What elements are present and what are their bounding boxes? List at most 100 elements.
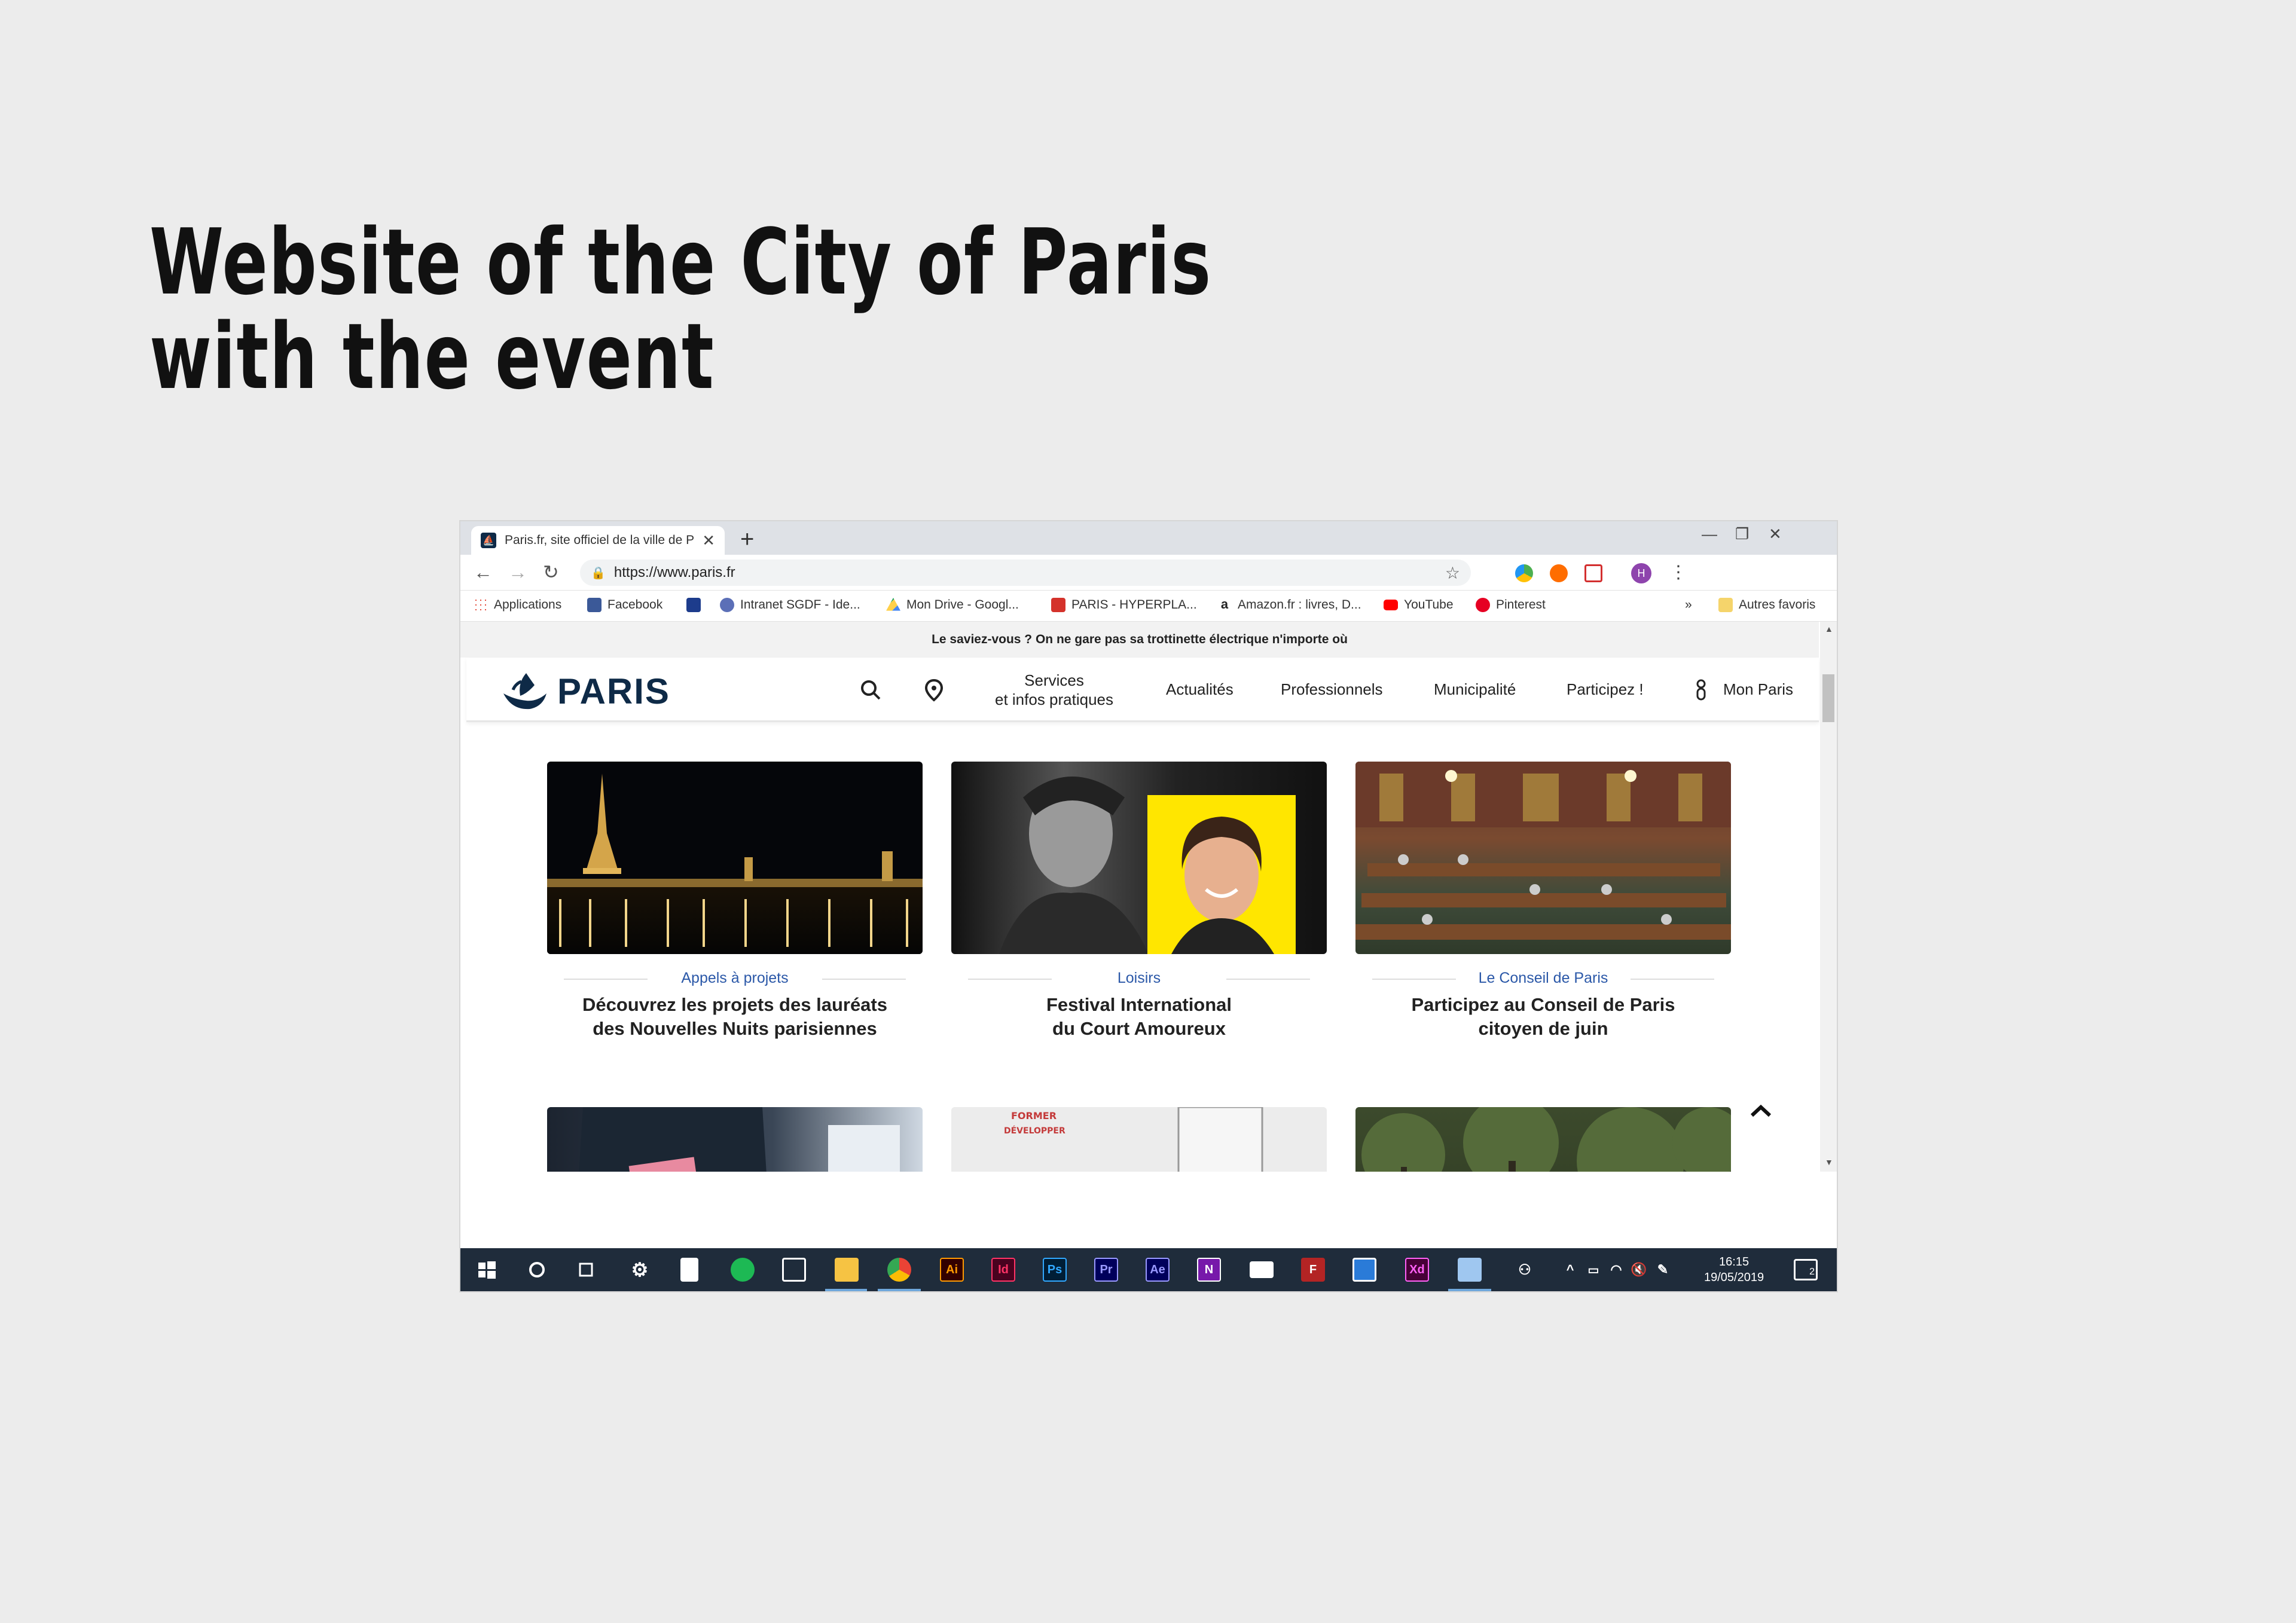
- headline-line-2: with the event: [149, 304, 715, 409]
- onenote-icon[interactable]: N: [1197, 1258, 1221, 1282]
- scroll-to-top-chevron-icon[interactable]: [1746, 1099, 1776, 1123]
- bookmark-intranet-sgdf[interactable]: Intranet SGDF - Ide...: [720, 598, 860, 612]
- card-category: Le Conseil de Paris: [1355, 970, 1731, 987]
- forward-arrow-icon[interactable]: →: [508, 562, 527, 582]
- site-header: PARIS Services et infos pratiques Actual…: [466, 658, 1819, 722]
- scroll-up-icon[interactable]: ▲: [1825, 624, 1833, 634]
- active-indicator: [1448, 1289, 1491, 1291]
- nav-professionnels[interactable]: Professionnels: [1281, 680, 1383, 699]
- bookmark-facebook[interactable]: Facebook: [587, 598, 662, 612]
- scrollbar-thumb[interactable]: [1822, 674, 1834, 722]
- browser-tab[interactable]: ⛵ Paris.fr, site officiel de la ville de…: [471, 526, 725, 555]
- bookmarks-overflow-button[interactable]: »: [1685, 598, 1692, 612]
- reload-icon[interactable]: ↻: [543, 562, 559, 582]
- bookmark-applications[interactable]: Applications: [474, 598, 561, 612]
- festival-portrait-image: [951, 762, 1327, 954]
- news-card[interactable]: Loisirs Festival International du Court …: [951, 762, 1327, 1041]
- pinterest-icon: [1476, 598, 1490, 612]
- bookmark-paris-hyperplanning[interactable]: PARIS - HYPERPLA...: [1051, 598, 1197, 612]
- task-view-icon[interactable]: [574, 1258, 598, 1282]
- news-card[interactable]: FORMER DÉVELOPPER: [951, 1107, 1327, 1172]
- bookmark-youtube[interactable]: YouTube: [1384, 598, 1454, 612]
- nav-municipalite[interactable]: Municipalité: [1434, 680, 1516, 699]
- wifi-icon[interactable]: ◠: [1607, 1258, 1625, 1282]
- paris-logo[interactable]: PARIS: [500, 670, 670, 713]
- address-bar[interactable]: 🔒 https://www.paris.fr ☆: [580, 560, 1471, 586]
- location-pin-icon[interactable]: [922, 678, 946, 702]
- bookmarks-bar: Applications Facebook Intranet SGDF - Id…: [460, 591, 1837, 622]
- extension-icon[interactable]: [1584, 564, 1602, 582]
- bookmark-google-drive[interactable]: Mon Drive - Googl...: [886, 598, 1019, 612]
- file-explorer-folder-icon[interactable]: [835, 1258, 859, 1282]
- battery-icon[interactable]: ▭: [1584, 1258, 1602, 1282]
- hyperplanning-icon: [1051, 598, 1065, 612]
- illustrator-icon[interactable]: Ai: [940, 1258, 964, 1282]
- settings-gear-icon[interactable]: ⚙: [628, 1258, 652, 1282]
- new-tab-button[interactable]: +: [740, 526, 754, 552]
- sign-text-developper: DÉVELOPPER: [1004, 1126, 1065, 1136]
- info-banner[interactable]: Le saviez-vous ? On ne gare pas sa trott…: [460, 622, 1819, 658]
- nav-participez[interactable]: Participez !: [1567, 680, 1644, 699]
- people-icon[interactable]: ⚇: [1513, 1258, 1537, 1282]
- nav-actualites[interactable]: Actualités: [1166, 680, 1234, 699]
- chevron-up-icon[interactable]: ^: [1562, 1258, 1578, 1282]
- kebab-menu-icon[interactable]: ⋮: [1669, 562, 1687, 583]
- news-card[interactable]: [547, 1107, 923, 1172]
- clock-date: 19/05/2019: [1704, 1271, 1764, 1284]
- person-with-brochure-image: [547, 1107, 923, 1172]
- nav-services[interactable]: Services et infos pratiques: [995, 671, 1113, 709]
- folder-icon: [1718, 598, 1733, 612]
- news-card[interactable]: [1355, 1107, 1731, 1172]
- restore-icon[interactable]: ❐: [1735, 525, 1749, 543]
- cortana-circle-icon[interactable]: [525, 1258, 549, 1282]
- paris-favicon-icon: ⛵: [481, 533, 496, 548]
- active-indicator: [878, 1289, 921, 1291]
- user-icon[interactable]: [1692, 678, 1710, 702]
- mail-envelope-icon[interactable]: [1250, 1261, 1274, 1278]
- news-card[interactable]: Appels à projets Découvrez les projets d…: [547, 762, 923, 1041]
- profile-avatar[interactable]: H: [1631, 563, 1651, 583]
- headline-line-1: Website of the City of Paris: [149, 209, 1212, 315]
- app-icon[interactable]: [1352, 1258, 1376, 1282]
- close-tab-icon[interactable]: ✕: [702, 531, 715, 550]
- bookmark-pinterest[interactable]: Pinterest: [1476, 598, 1546, 612]
- calculator-icon[interactable]: [680, 1258, 698, 1282]
- search-icon[interactable]: [859, 678, 883, 702]
- bookmark-star-icon[interactable]: ☆: [1445, 563, 1460, 583]
- youtube-icon: [1384, 600, 1398, 610]
- close-window-icon[interactable]: ✕: [1769, 525, 1782, 543]
- chrome-icon[interactable]: [887, 1258, 911, 1282]
- after-effects-icon[interactable]: Ae: [1146, 1258, 1170, 1282]
- extension-icon[interactable]: [1515, 564, 1533, 582]
- paris-ship-logo-icon: [503, 673, 546, 710]
- card-title: Participez au Conseil de Paris citoyen d…: [1411, 994, 1675, 1039]
- back-arrow-icon[interactable]: ←: [474, 562, 493, 582]
- pen-icon[interactable]: ✎: [1654, 1258, 1672, 1282]
- sgdf-icon: [720, 598, 734, 612]
- page-scrollbar[interactable]: ▲ ▼: [1820, 622, 1837, 1172]
- volume-muted-icon[interactable]: 🔇: [1630, 1258, 1648, 1282]
- bookmark-b[interactable]: [686, 598, 701, 612]
- notification-center-icon[interactable]: 2: [1794, 1259, 1818, 1280]
- window-app-icon[interactable]: [1458, 1258, 1482, 1282]
- card-title: Découvrez les projets des lauréats des N…: [582, 994, 887, 1039]
- url-text: https://www.paris.fr: [613, 564, 735, 580]
- photoshop-icon[interactable]: Ps: [1043, 1258, 1067, 1282]
- nav-mon-paris[interactable]: Mon Paris: [1723, 680, 1793, 699]
- minimize-icon[interactable]: —: [1702, 525, 1717, 543]
- filezilla-icon[interactable]: F: [1301, 1258, 1325, 1282]
- spotify-icon[interactable]: [731, 1258, 755, 1282]
- indesign-icon[interactable]: Id: [991, 1258, 1015, 1282]
- windows-start-icon[interactable]: [475, 1258, 499, 1282]
- scroll-down-icon[interactable]: ▼: [1825, 1157, 1833, 1167]
- browser-screenshot: ⛵ Paris.fr, site officiel de la ville de…: [460, 521, 1837, 1291]
- extension-icon[interactable]: [1550, 564, 1568, 582]
- system-clock[interactable]: 16:15 19/05/2019: [1704, 1254, 1764, 1285]
- other-bookmarks-folder[interactable]: Autres favoris: [1718, 598, 1815, 612]
- news-card[interactable]: Le Conseil de Paris Participez au Consei…: [1355, 762, 1731, 1041]
- calendar-icon[interactable]: [782, 1258, 806, 1282]
- adobe-xd-icon[interactable]: Xd: [1405, 1258, 1429, 1282]
- paris-website: Le saviez-vous ? On ne gare pas sa trott…: [460, 622, 1837, 1172]
- bookmark-amazon[interactable]: a Amazon.fr : livres, D...: [1217, 598, 1361, 612]
- premiere-icon[interactable]: Pr: [1094, 1258, 1118, 1282]
